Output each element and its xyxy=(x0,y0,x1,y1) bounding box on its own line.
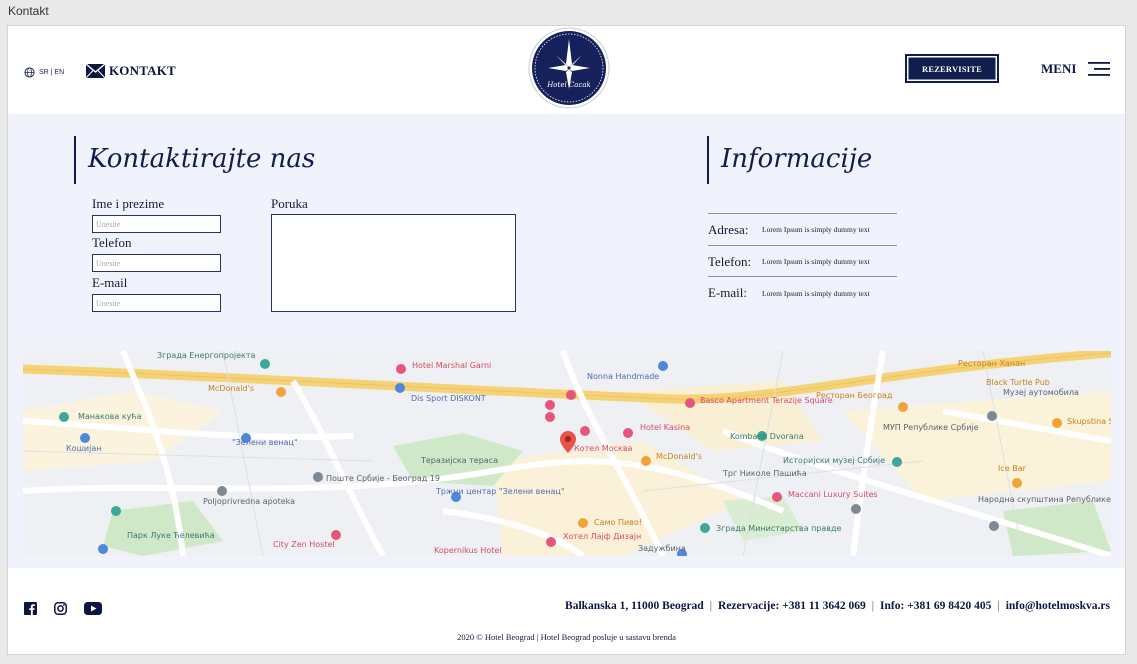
hamburger-icon xyxy=(1088,62,1111,76)
separator: | xyxy=(709,600,713,612)
separator: | xyxy=(871,600,875,612)
menu-button[interactable]: MENI xyxy=(1041,61,1111,77)
info-value: Lorem Ipsum is simply dummy text xyxy=(762,257,870,266)
footer-info-phone[interactable]: Info: +381 69 8420 405 xyxy=(880,600,991,612)
map-label: Basco Apartment Terazije Square xyxy=(700,396,833,405)
contact-section: Kontaktirajte nas Ime i prezime Telefon … xyxy=(8,114,1125,568)
message-label: Poruka xyxy=(271,196,308,211)
map-label: Poljoprivredna apoteka xyxy=(203,497,295,506)
kontakt-label: KONTAKT xyxy=(109,63,176,78)
info-value: Lorem Ipsum is simply dummy text xyxy=(762,288,870,298)
map-label: Теразијска тераса xyxy=(420,456,498,465)
info-row-phone: Telefon: Lorem Ipsum is simply dummy tex… xyxy=(708,245,897,277)
map-label: Зграда Енергопројекта xyxy=(157,351,256,360)
map-label: Ресторан Београд xyxy=(816,391,893,400)
map-label: Музеј аутомобила xyxy=(1003,388,1079,397)
map-label: Задужбина xyxy=(638,544,686,553)
map-label: Манакова кућа xyxy=(78,412,142,421)
footer-email[interactable]: info@hotelmoskva.rs xyxy=(1006,600,1110,612)
name-input[interactable] xyxy=(92,215,221,233)
map-label: Maccani Luxury Suites xyxy=(788,490,878,499)
map-label: Тржни центар "Зелени венац" xyxy=(435,487,565,496)
map-label: Зграда Министарства правде xyxy=(716,524,842,533)
reserve-button[interactable]: REZERVISITE xyxy=(905,54,999,83)
kontakt-link[interactable]: KONTAKT xyxy=(86,63,176,79)
map-label: Хотел Лајф Дизајн xyxy=(563,532,641,541)
map-label: City Zen Hostel xyxy=(273,540,335,549)
info-key: Telefon: xyxy=(708,253,752,269)
map-label: McDonald's xyxy=(656,452,702,461)
envelope-icon xyxy=(86,64,105,78)
email-input[interactable] xyxy=(92,294,221,312)
map-label: Историјски музеј Србије xyxy=(783,456,885,465)
header: SR | EN KONTAKT Hotel Cacak REZERVISITE … xyxy=(8,26,1125,114)
map-label: Народна скупштина Републике Србије xyxy=(978,495,1111,504)
page: SR | EN KONTAKT Hotel Cacak REZERVISITE … xyxy=(7,25,1126,655)
logo-text: Hotel Cacak xyxy=(546,81,591,89)
phone-label: Telefon xyxy=(92,235,132,250)
map-label: Котел Москва xyxy=(574,444,633,453)
map-label: Hotel Kasina xyxy=(640,423,690,432)
contact-heading: Kontaktirajte nas xyxy=(74,136,315,184)
social-links xyxy=(24,602,102,615)
footer-address: Balkanska 1, 11000 Beograd xyxy=(565,600,704,612)
menu-label: MENI xyxy=(1041,61,1077,76)
info-value: Lorem Ipsum is simply dummy text xyxy=(762,225,870,234)
hotel-logo[interactable]: Hotel Cacak xyxy=(528,27,610,109)
info-key: Adresa: xyxy=(708,221,749,237)
map-label: Black Turtle Pub xyxy=(986,378,1050,387)
map-label: Hotel Marshal Garni xyxy=(412,361,491,370)
map-label: МУП Републике Србије xyxy=(883,423,979,432)
copyright-text: 2020 © Hotel Beograd | Hotel Beograd pos… xyxy=(457,632,676,642)
facebook-icon[interactable] xyxy=(24,602,37,615)
message-textarea[interactable] xyxy=(271,214,516,312)
map-label: Кошијан xyxy=(66,444,101,453)
map-label: Парк Луке Ћелевића xyxy=(127,531,215,540)
footer: Balkanska 1, 11000 Beograd | Rezervacije… xyxy=(8,568,1125,654)
map-label: Поште Србије - Београд 19 xyxy=(326,474,440,483)
footer-contacts: Balkanska 1, 11000 Beograd | Rezervacije… xyxy=(565,600,1110,612)
youtube-icon[interactable] xyxy=(84,602,102,615)
phone-input[interactable] xyxy=(92,254,221,272)
instagram-icon[interactable] xyxy=(54,602,67,615)
language-label: SR | EN xyxy=(39,69,65,76)
email-label: E-mail xyxy=(92,275,128,290)
info-heading: Informacije xyxy=(707,136,872,184)
window-title: Kontakt xyxy=(8,4,49,18)
globe-icon xyxy=(24,67,35,78)
map-label: Ресторан Ханан xyxy=(958,359,1025,368)
map-label: Трг Николе Пашића xyxy=(722,469,807,478)
map-label: Само Пиво! xyxy=(594,518,642,527)
map-label: Dis Sport DISKONT xyxy=(411,394,486,403)
footer-reservations-phone[interactable]: Rezervacije: +381 11 3642 069 xyxy=(718,600,866,612)
separator: | xyxy=(997,600,1000,612)
info-row-email: E-mail: Lorem Ipsum is simply dummy text xyxy=(708,277,897,309)
map-label: McDonald's xyxy=(208,384,254,393)
map-label: Skupstina Shop xyxy=(1067,417,1111,426)
info-divider xyxy=(708,276,897,277)
map-label: Nonna Handmade xyxy=(587,372,659,381)
map-label: Kopernikus Hotel xyxy=(434,546,502,555)
name-label: Ime i prezime xyxy=(92,196,165,211)
map-label: Ice Bar xyxy=(998,464,1027,473)
map-label: Kombank Dvorana xyxy=(730,432,804,441)
info-key: E-mail: xyxy=(708,285,747,300)
info-row-address: Adresa: Lorem Ipsum is simply dummy text xyxy=(708,213,897,245)
map-label: "Зелени венац" xyxy=(232,438,298,447)
map-embed[interactable]: Зграда Енергопројекта Манакова кућа Komb… xyxy=(23,351,1111,556)
language-switcher[interactable]: SR | EN xyxy=(24,67,64,78)
